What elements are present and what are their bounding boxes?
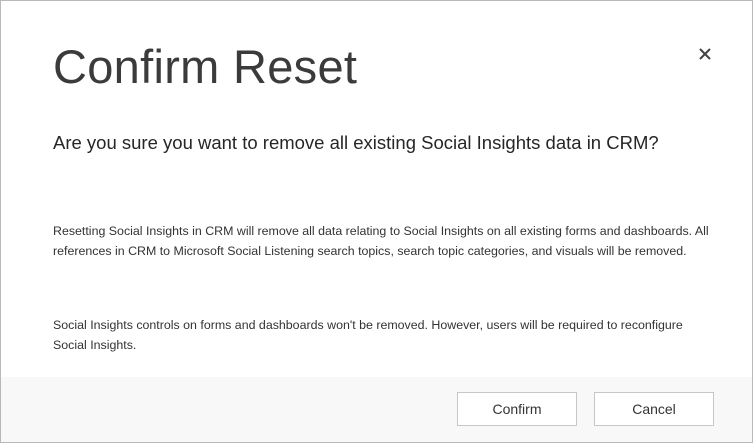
close-button[interactable]: [688, 39, 722, 73]
confirmation-question: Are you sure you want to remove all exis…: [53, 132, 659, 153]
cancel-button[interactable]: Cancel: [594, 392, 714, 426]
dialog-footer: Confirm Cancel: [1, 377, 752, 442]
reset-description-paragraph: Resetting Social Insights in CRM will re…: [53, 224, 709, 258]
confirm-button[interactable]: Confirm: [457, 392, 577, 426]
confirm-reset-dialog: Confirm Reset Are you sure you want to r…: [0, 0, 753, 443]
controls-note-paragraph: Social Insights controls on forms and da…: [53, 318, 683, 352]
dialog-title: Confirm Reset: [53, 40, 358, 93]
close-icon: [698, 47, 712, 66]
